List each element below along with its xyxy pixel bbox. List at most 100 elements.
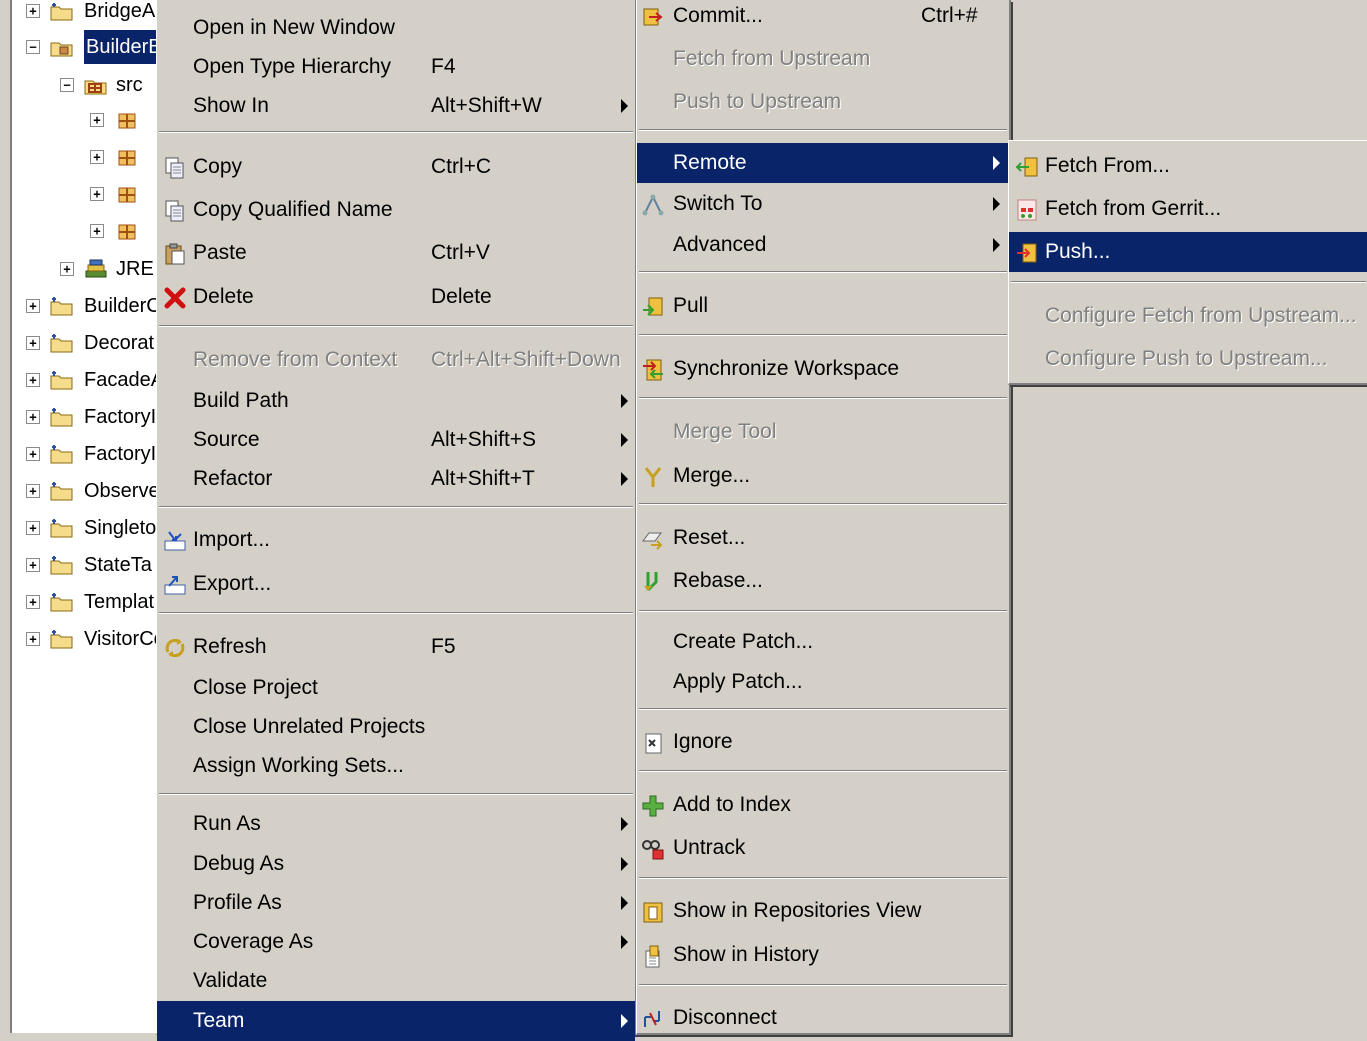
java-project-folder-icon — [50, 518, 74, 538]
menu-item-configure-fetch-from-upstream[interactable]: Configure Fetch from Upstream... — [1009, 296, 1367, 336]
menu-item-label: Validate — [193, 969, 268, 992]
menu-item-rebase[interactable]: Rebase... — [637, 561, 1009, 601]
expand-toggle-icon[interactable] — [26, 632, 40, 646]
tree-item-project[interactable]: BuilderC — [12, 289, 158, 323]
tree-item-project[interactable]: Singletor — [12, 511, 158, 545]
expand-toggle-icon[interactable] — [26, 595, 40, 609]
menu-item-fetch-from-gerrit[interactable]: Fetch from Gerrit... — [1009, 189, 1367, 229]
remote-submenu: Fetch From... Fetch from Gerrit... Push.… — [1008, 140, 1367, 385]
menu-item-show-in-history[interactable]: Show in History — [637, 935, 1009, 975]
menu-item-label: Copy Qualified Name — [193, 198, 393, 221]
expand-toggle-icon[interactable] — [26, 447, 40, 461]
expand-toggle-icon[interactable] — [26, 558, 40, 572]
refresh-icon — [163, 636, 187, 660]
tree-item-package[interactable] — [12, 214, 158, 248]
expand-toggle-icon[interactable] — [26, 373, 40, 387]
expand-toggle-icon[interactable] — [26, 299, 40, 313]
tree-item-project[interactable]: FactoryI — [12, 400, 158, 434]
menu-item-label: Merge... — [673, 464, 751, 487]
menu-item-add-to-index[interactable]: Add to Index — [637, 785, 1009, 825]
tree-item-source-folder[interactable]: src — [12, 68, 158, 102]
tree-item-library[interactable]: JRE — [12, 252, 158, 286]
menu-item-paste[interactable]: Paste Ctrl+V — [157, 233, 635, 273]
menu-item-refresh[interactable]: Refresh F5 — [157, 627, 635, 667]
expand-toggle-icon[interactable] — [26, 4, 40, 18]
menu-item-build-path[interactable]: Build Path — [157, 381, 635, 421]
collapse-toggle-icon[interactable] — [26, 40, 40, 54]
menu-item-delete[interactable]: Delete Delete — [157, 277, 635, 317]
menu-item-push-to-upstream[interactable]: Push to Upstream — [637, 82, 1009, 122]
tree-item-project[interactable]: StateTa — [12, 548, 158, 582]
menu-item-open-in-new-window[interactable]: Open in New Window — [157, 8, 635, 48]
expand-toggle-icon[interactable] — [90, 150, 104, 164]
menu-item-push[interactable]: Push... — [1009, 232, 1367, 272]
menu-item-assign-working-sets[interactable]: Assign Working Sets... — [157, 746, 635, 786]
export-icon — [163, 573, 187, 597]
menu-item-create-patch[interactable]: Create Patch... — [637, 622, 1009, 662]
menu-item-merge-tool[interactable]: Merge Tool — [637, 412, 1009, 452]
menu-item-apply-patch[interactable]: Apply Patch... — [637, 662, 1009, 702]
menu-item-coverage-as[interactable]: Coverage As — [157, 922, 635, 962]
menu-item-close-project[interactable]: Close Project — [157, 668, 635, 708]
menu-item-commit[interactable]: Commit... Ctrl+# — [637, 0, 1009, 36]
menu-item-pull[interactable]: Pull — [637, 286, 1009, 326]
menu-item-import[interactable]: Import... — [157, 520, 635, 560]
menu-item-show-in[interactable]: Show In Alt+Shift+W — [157, 86, 635, 126]
tree-item-project[interactable]: FactoryI — [12, 437, 158, 471]
menu-item-copy[interactable]: Copy Ctrl+C — [157, 147, 635, 187]
tree-item-package[interactable] — [12, 177, 158, 211]
menu-item-label: Fetch from Upstream — [673, 47, 871, 70]
expand-toggle-icon[interactable] — [26, 410, 40, 424]
menu-item-label: Add to Index — [673, 793, 791, 816]
menu-item-open-type-hierarchy[interactable]: Open Type Hierarchy F4 — [157, 47, 635, 87]
expand-toggle-icon[interactable] — [26, 521, 40, 535]
tree-item-package[interactable] — [12, 140, 158, 174]
menu-item-untrack[interactable]: Untrack — [637, 828, 1009, 868]
menu-item-synchronize-workspace[interactable]: Synchronize Workspace — [637, 349, 1009, 389]
menu-item-remove-from-context[interactable]: Remove from Context Ctrl+Alt+Shift+Down — [157, 340, 635, 380]
menu-separator — [639, 610, 1007, 612]
tree-item-project[interactable]: Decorat — [12, 326, 158, 360]
menu-item-export[interactable]: Export... — [157, 564, 635, 604]
expand-toggle-icon[interactable] — [90, 224, 104, 238]
menu-item-configure-push-to-upstream[interactable]: Configure Push to Upstream... — [1009, 339, 1367, 379]
menu-item-profile-as[interactable]: Profile As — [157, 883, 635, 923]
menu-item-copy-qualified-name[interactable]: Copy Qualified Name — [157, 190, 635, 230]
tree-item-project[interactable]: FacadeA — [12, 363, 158, 397]
menu-item-fetch-from[interactable]: Fetch From... — [1009, 146, 1367, 186]
menu-item-run-as[interactable]: Run As — [157, 804, 635, 844]
menu-item-label: Export... — [193, 572, 272, 595]
expand-toggle-icon[interactable] — [90, 113, 104, 127]
menu-item-disconnect[interactable]: Disconnect — [637, 998, 1009, 1038]
menu-item-remote[interactable]: Remote — [637, 143, 1009, 183]
menu-item-switch-to[interactable]: Switch To — [637, 184, 1009, 224]
tree-item-package[interactable] — [12, 103, 158, 137]
untrack-icon — [641, 837, 665, 861]
menu-item-show-in-repositories-view[interactable]: Show in Repositories View — [637, 891, 1009, 931]
menu-separator — [639, 984, 1007, 986]
tree-item-project[interactable]: Templat — [12, 585, 158, 619]
tree-item-project[interactable]: BuilderB — [12, 30, 158, 64]
tree-item-label: src — [116, 74, 143, 96]
menu-item-merge[interactable]: Merge... — [637, 456, 1009, 496]
menu-item-fetch-from-upstream[interactable]: Fetch from Upstream — [637, 39, 1009, 79]
menu-item-ignore[interactable]: Ignore — [637, 722, 1009, 762]
menu-item-close-unrelated-projects[interactable]: Close Unrelated Projects — [157, 707, 635, 747]
tree-item-project[interactable]: BridgeAı — [12, 0, 158, 28]
menu-item-label: Debug As — [193, 852, 285, 875]
expand-toggle-icon[interactable] — [90, 187, 104, 201]
tree-item-project[interactable]: Observe — [12, 474, 158, 508]
menu-item-label: Create Patch... — [673, 630, 814, 653]
expand-toggle-icon[interactable] — [60, 262, 74, 276]
menu-item-advanced[interactable]: Advanced — [637, 225, 1009, 265]
menu-item-team[interactable]: Team — [157, 1001, 635, 1041]
tree-item-project[interactable]: VisitorCo — [12, 622, 158, 656]
menu-item-validate[interactable]: Validate — [157, 961, 635, 1001]
menu-item-source[interactable]: Source Alt+Shift+S — [157, 420, 635, 460]
expand-toggle-icon[interactable] — [26, 336, 40, 350]
menu-item-refactor[interactable]: Refactor Alt+Shift+T — [157, 459, 635, 499]
menu-item-debug-as[interactable]: Debug As — [157, 844, 635, 884]
expand-toggle-icon[interactable] — [26, 484, 40, 498]
menu-item-reset[interactable]: Reset... — [637, 518, 1009, 558]
collapse-toggle-icon[interactable] — [60, 78, 74, 92]
